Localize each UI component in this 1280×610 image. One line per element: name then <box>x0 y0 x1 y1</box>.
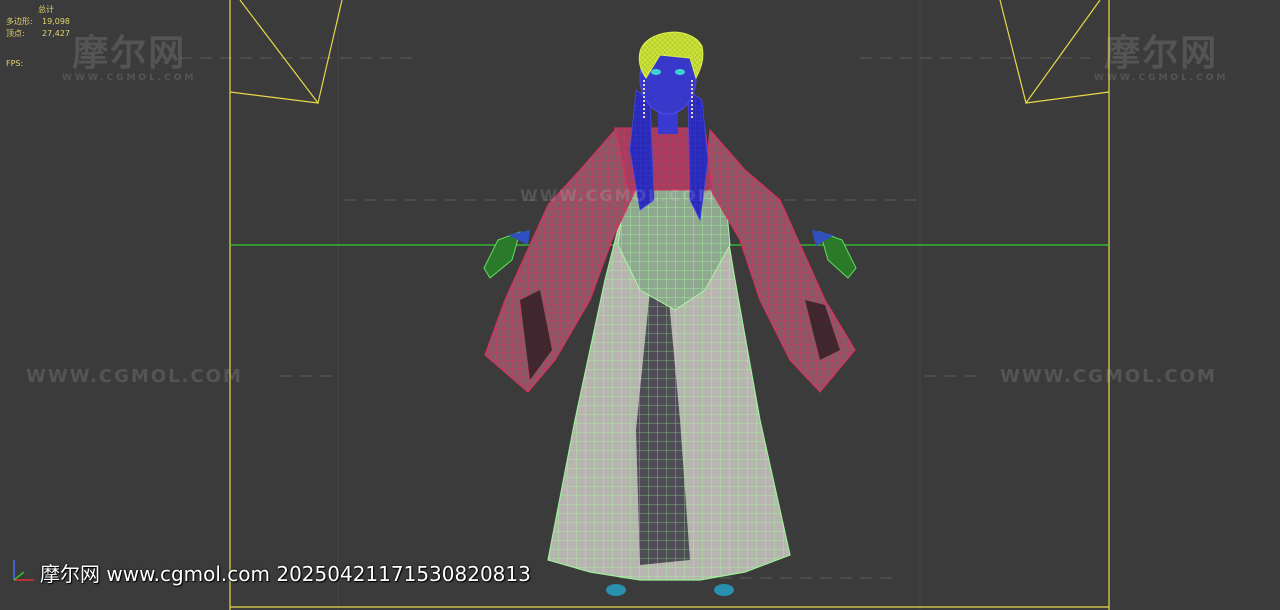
watermark-url-center: WWW.CGMOL.COM <box>520 186 716 205</box>
watermark-url-left: WWW.CGMOL.COM <box>26 366 243 387</box>
3d-viewport[interactable]: 总计 多边形: 19,098 顶点: 27,427 FPS: 摩尔网 WWW.CGM… <box>0 0 1280 610</box>
viewport-statistics: 总计 多边形: 19,098 顶点: 27,427 <box>6 4 70 40</box>
watermark-logo-en: WWW.CGMOL.COM <box>62 73 197 83</box>
fps-label: FPS: <box>6 59 24 68</box>
vertices-label: 顶点: <box>6 29 25 38</box>
watermark-url-right: WWW.CGMOL.COM <box>1000 366 1217 387</box>
watermark-logo-cn: 摩尔网 <box>72 33 187 74</box>
watermark-logo-right: 摩尔网 WWW.CGMOL.COM <box>1094 36 1228 83</box>
axis-gizmo-icon <box>13 560 34 581</box>
stats-header: 总计 <box>38 5 54 14</box>
watermark-logo-en: WWW.CGMOL.COM <box>1094 73 1229 83</box>
viewport-scene <box>180 0 1110 610</box>
polygons-label: 多边形: <box>6 17 33 26</box>
character-wireframe[interactable] <box>483 31 857 596</box>
watermark-logo-cn: 摩尔网 <box>1104 33 1219 74</box>
bottom-caption: 摩尔网 www.cgmol.com 20250421171530820813 <box>40 562 531 586</box>
watermark-logo-left: 摩尔网 WWW.CGMOL.COM <box>62 36 196 83</box>
polygons-value: 19,098 <box>42 17 70 26</box>
